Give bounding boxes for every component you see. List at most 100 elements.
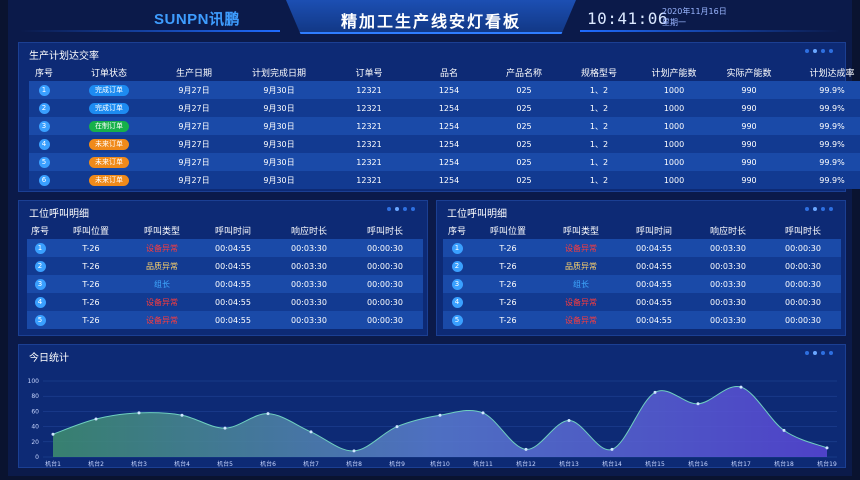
table-cell: 9月27日 xyxy=(159,117,229,135)
table-cell: 99.9% xyxy=(789,153,860,171)
clock-time: 10:41:06 xyxy=(587,9,669,28)
column-header: 订单号 xyxy=(355,68,383,79)
data-point[interactable] xyxy=(438,413,442,417)
data-point[interactable] xyxy=(739,385,743,389)
table-cell: 完成订单 xyxy=(59,81,159,99)
row-index: 5 xyxy=(34,314,46,326)
pager-dots[interactable] xyxy=(805,49,833,53)
table-cell: 组长 xyxy=(545,275,617,293)
table-cell: 00:03:30 xyxy=(691,257,765,275)
table-row[interactable]: 1 T-26 设备异常 00:04:55 00:03:30 00:00:30 xyxy=(27,239,423,257)
x-tick-label: 机台9 xyxy=(389,460,405,467)
data-point[interactable] xyxy=(266,412,270,416)
x-tick-label: 机台14 xyxy=(602,460,622,467)
table-row[interactable]: 2 完成订单 9月27日 9月30日 12321 1254 025 1、2 1000 990 99.… xyxy=(29,99,860,117)
column-header: 计划完成日期 xyxy=(251,68,306,79)
table-cell: 1、2 xyxy=(559,99,639,117)
table-row[interactable]: 1 T-26 设备异常 00:04:55 00:03:30 00:00:30 xyxy=(443,239,841,257)
table-cell: 未来订单 xyxy=(59,135,159,153)
status-badge: 完成订单 xyxy=(89,84,129,96)
today-panel: 今日统计 0 20 40 60 80 100 机台1 机台2 机台3 机台4 机台5 机台6 机台7 机台… xyxy=(18,344,846,468)
table-cell: 设备异常 xyxy=(545,239,617,257)
call-type: 品质异常 xyxy=(146,261,178,271)
table-cell: T-26 xyxy=(471,275,545,293)
y-tick-label: 0 xyxy=(35,454,39,461)
table-cell: T-26 xyxy=(471,239,545,257)
data-point[interactable] xyxy=(567,419,571,423)
data-point[interactable] xyxy=(610,447,614,451)
pager-dots[interactable] xyxy=(387,207,415,211)
column-header: 序号 xyxy=(34,68,53,79)
data-point[interactable] xyxy=(524,447,528,451)
data-point[interactable] xyxy=(696,402,700,406)
table-cell: 12321 xyxy=(329,135,409,153)
pager-dots[interactable] xyxy=(805,207,833,211)
table-row[interactable]: 1 完成订单 9月27日 9月30日 12321 1254 025 1、2 1000 990 99.… xyxy=(29,81,860,99)
x-tick-label: 机台6 xyxy=(260,460,276,467)
data-point[interactable] xyxy=(94,417,98,421)
column-header: 响应时长 xyxy=(290,226,327,237)
table-row[interactable]: 2 T-26 品质异常 00:04:55 00:03:30 00:00:30 xyxy=(27,257,423,275)
table-cell: 12321 xyxy=(329,171,409,189)
table-cell: 4 xyxy=(27,293,53,311)
table-cell: 1254 xyxy=(409,135,489,153)
table-cell: 00:00:30 xyxy=(347,239,423,257)
table-cell: 99.9% xyxy=(789,135,860,153)
data-point[interactable] xyxy=(782,428,786,432)
call-type: 设备异常 xyxy=(565,315,597,325)
table-row[interactable]: 4 T-26 设备异常 00:04:55 00:03:30 00:00:30 xyxy=(443,293,841,311)
data-point[interactable] xyxy=(653,390,657,394)
table-row[interactable]: 2 T-26 品质异常 00:04:55 00:03:30 00:00:30 xyxy=(443,257,841,275)
table-cell: 9月30日 xyxy=(229,81,329,99)
data-point[interactable] xyxy=(180,413,184,417)
column-header: 呼叫类型 xyxy=(143,226,180,237)
table-row[interactable]: 3 在制订单 9月27日 9月30日 12321 1254 025 1、2 1000 990 99.… xyxy=(29,117,860,135)
table-row[interactable]: 4 未来订单 9月27日 9月30日 12321 1254 025 1、2 1000 990 99.… xyxy=(29,135,860,153)
table-row[interactable]: 3 T-26 组长 00:04:55 00:03:30 00:00:30 xyxy=(443,275,841,293)
table-cell: 1 xyxy=(29,81,59,99)
data-point[interactable] xyxy=(309,430,313,434)
pager-dots[interactable] xyxy=(805,351,833,355)
data-point[interactable] xyxy=(51,432,55,436)
x-tick-label: 机台13 xyxy=(559,460,579,467)
table-cell: 00:04:55 xyxy=(617,311,691,329)
table-cell: 025 xyxy=(489,171,559,189)
table-cell: 1000 xyxy=(639,135,709,153)
table-cell: 未来订单 xyxy=(59,171,159,189)
column-header: 计划产能数 xyxy=(651,68,697,79)
data-point[interactable] xyxy=(825,446,829,450)
table-cell: 00:00:30 xyxy=(347,257,423,275)
table-row[interactable]: 6 未来订单 9月27日 9月30日 12321 1254 025 1、2 1000 990 99.… xyxy=(29,171,860,189)
call-type: 设备异常 xyxy=(565,243,597,253)
table-cell: 12321 xyxy=(329,99,409,117)
table-cell: 00:03:30 xyxy=(271,275,347,293)
row-index: 1 xyxy=(451,242,463,254)
x-tick-label: 机台3 xyxy=(131,460,147,467)
today-area-chart: 0 20 40 60 80 100 机台1 机台2 机台3 机台4 机台5 机台6 机台7 机台8 机台9 机… xyxy=(28,378,837,467)
table-cell: 00:00:30 xyxy=(765,293,841,311)
table-cell: 1000 xyxy=(639,117,709,135)
table-cell: T-26 xyxy=(471,293,545,311)
data-point[interactable] xyxy=(481,411,485,415)
column-header: 呼叫时长 xyxy=(784,226,821,237)
table-cell: T-26 xyxy=(53,293,129,311)
data-point[interactable] xyxy=(395,425,399,429)
data-point[interactable] xyxy=(223,426,227,430)
table-row[interactable]: 4 T-26 设备异常 00:04:55 00:03:30 00:00:30 xyxy=(27,293,423,311)
table-row[interactable]: 5 未来订单 9月27日 9月30日 12321 1254 025 1、2 1000 990 99.… xyxy=(29,153,860,171)
table-cell: 1000 xyxy=(639,99,709,117)
table-row[interactable]: 5 T-26 设备异常 00:04:55 00:03:30 00:00:30 xyxy=(27,311,423,329)
table-cell: 设备异常 xyxy=(545,293,617,311)
data-point[interactable] xyxy=(137,411,141,415)
table-cell: 设备异常 xyxy=(129,293,195,311)
table-cell: 025 xyxy=(489,81,559,99)
table-row[interactable]: 3 T-26 组长 00:04:55 00:03:30 00:00:30 xyxy=(27,275,423,293)
table-row[interactable]: 5 T-26 设备异常 00:04:55 00:03:30 00:00:30 xyxy=(443,311,841,329)
table-cell: 完成订单 xyxy=(59,99,159,117)
data-point[interactable] xyxy=(352,449,356,453)
column-header: 呼叫类型 xyxy=(562,226,599,237)
table-cell: 00:04:55 xyxy=(195,275,271,293)
status-badge: 未来订单 xyxy=(89,174,129,186)
table-cell: 未来订单 xyxy=(59,153,159,171)
column-header: 呼叫位置 xyxy=(72,226,109,237)
